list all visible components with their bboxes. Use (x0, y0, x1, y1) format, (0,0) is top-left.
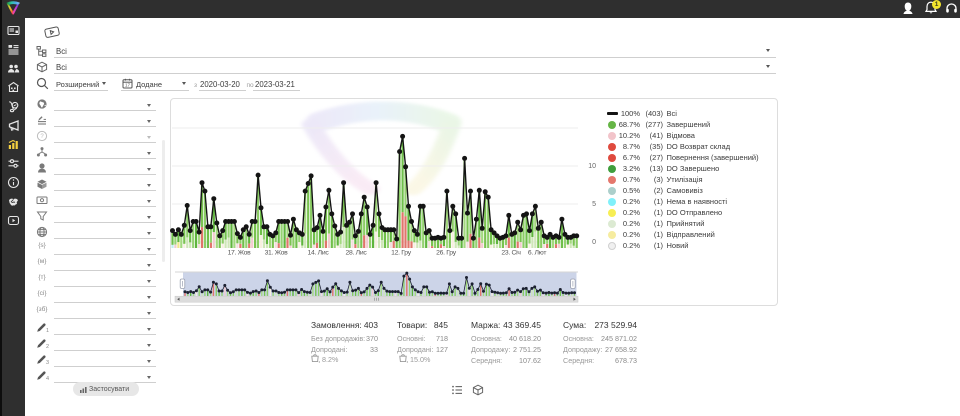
svg-text:s: s (407, 360, 408, 363)
svg-text:?: ? (40, 134, 44, 140)
svg-text:17. Жов: 17. Жов (228, 249, 252, 256)
svg-text:26. Гру: 26. Гру (436, 249, 457, 256)
svg-text:12. Гру: 12. Гру (391, 249, 412, 256)
svg-text:s: s (319, 360, 320, 363)
svg-text:28. Лис: 28. Лис (346, 249, 368, 256)
svg-text:23. Січ: 23. Січ (501, 248, 521, 256)
svg-text:17: 17 (125, 82, 131, 87)
svg-text:31. Жов: 31. Жов (265, 249, 289, 256)
svg-text:14. Лис: 14. Лис (308, 249, 330, 256)
svg-text:6. Лют: 6. Лют (528, 249, 546, 256)
